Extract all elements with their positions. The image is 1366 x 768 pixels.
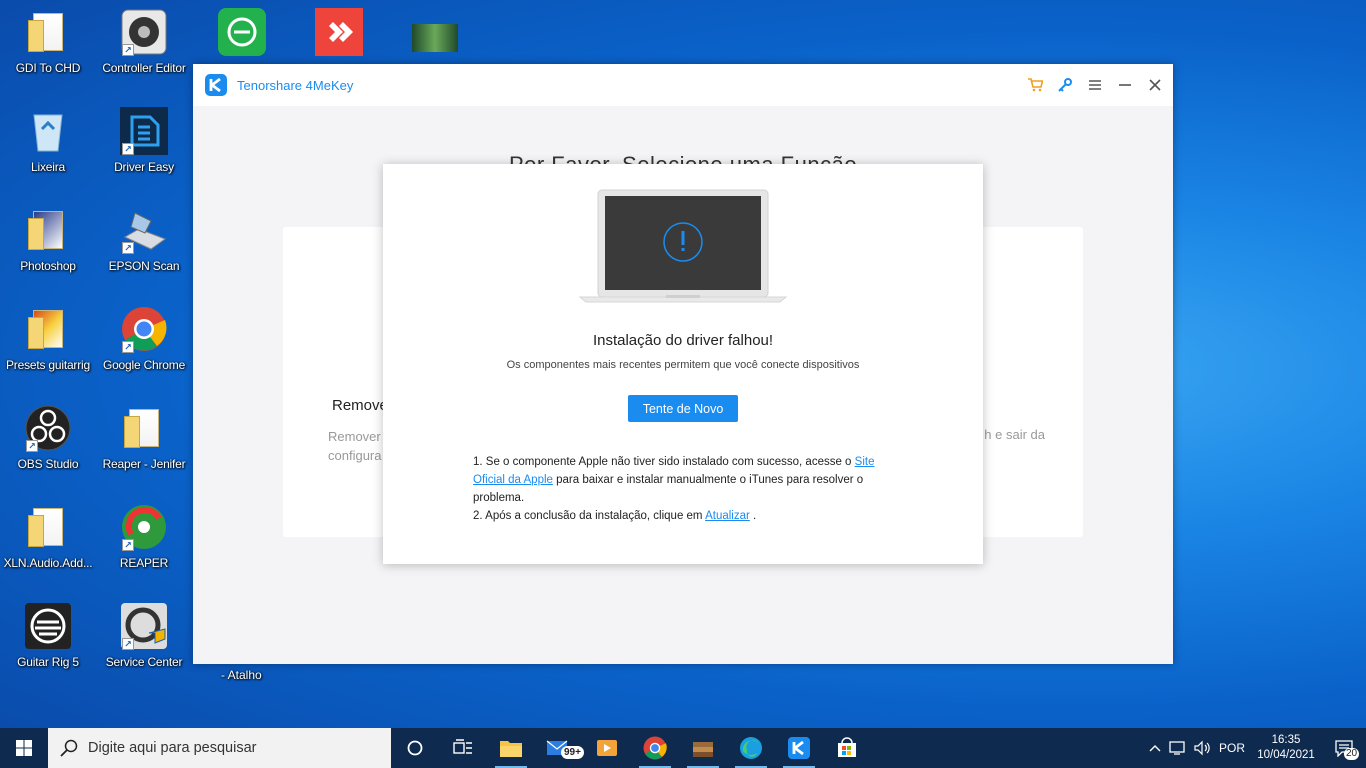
guitar-rig-icon [24,602,72,650]
instructions: 1. Se o componente Apple não tiver sido … [473,453,893,525]
refresh-link[interactable]: Atualizar [705,510,750,522]
cortana-button[interactable] [391,728,439,768]
desktop-icon-gdi-to-chd[interactable]: GDI To CHD [0,2,96,94]
taskbar-winrar[interactable] [679,728,727,768]
desktop-icon-xln-audio[interactable]: XLN.Audio.Add... [0,497,96,589]
desktop-icon-epson-scan[interactable]: ↗ EPSON Scan [96,200,192,292]
app-logo-icon [205,74,227,96]
folder-icon [24,503,72,551]
cart-icon[interactable] [1027,77,1043,93]
title-bar: Tenorshare 4MeKey [193,64,1173,106]
dialog-subtitle: Os componentes mais recentes permitem qu… [506,359,860,371]
4mekey-icon [788,737,810,759]
cortana-icon [407,740,423,756]
folder-icon [120,404,168,452]
taskbar-store[interactable] [823,728,871,768]
desktop-icon-partial-green[interactable] [218,8,266,56]
video-player-icon [597,740,617,756]
taskbar-edge[interactable] [727,728,775,768]
desktop-icon-guitar-rig-5[interactable]: Guitar Rig 5 [0,596,96,688]
retry-button[interactable]: Tente de Novo [628,395,738,422]
desktop-icon-photoshop[interactable]: Photoshop [0,200,96,292]
folder-icon [24,305,72,353]
reaper-icon: ↗ [120,503,168,551]
taskbar-video-app[interactable] [583,728,631,768]
desktop-icon-google-chrome[interactable]: ↗ Google Chrome [96,299,192,391]
scanner-icon: ↗ [120,206,168,254]
system-tray: POR 16:35 10/04/2021 20 [1144,728,1366,768]
volume-button[interactable] [1190,740,1214,756]
network-icon [1169,741,1185,755]
desktop-icon-service-center[interactable]: ↗ Service Center [96,596,192,688]
desktop-icon-lixeira[interactable]: Lixeira [0,101,96,193]
driver-install-failed-dialog: Instalação do driver falhou! Os componen… [383,164,983,564]
desktop-icon-reaper[interactable]: ↗ REAPER [96,497,192,589]
taskbar-4mekey[interactable] [775,728,823,768]
minimize-icon[interactable] [1117,77,1133,93]
search-icon [60,739,78,757]
clock[interactable]: 16:35 10/04/2021 [1250,733,1322,763]
dialog-title: Instalação do driver falhou! [592,332,774,349]
notification-center-button[interactable]: 20 [1322,728,1366,768]
desktop-label-atalho: - Atalho [221,668,262,682]
notification-badge: 20 [1344,748,1360,760]
network-button[interactable] [1166,740,1190,756]
volume-icon [1194,740,1210,756]
folder-icon [24,206,72,254]
key-icon[interactable] [1057,77,1073,93]
instruction-1: 1. Se o componente Apple não tiver sido … [473,456,875,504]
taskbar-file-explorer[interactable] [487,728,535,768]
obs-icon: ↗ [24,404,72,452]
desktop-icon-reaper-jenifer[interactable]: Reaper - Jenifer [96,398,192,490]
taskbar: Digite aqui para pesquisar 99+ POR 16:35… [0,728,1366,768]
store-icon [838,737,856,757]
desktop-icon-controller-editor[interactable]: ↗ Controller Editor [96,2,192,94]
desktop-icon-partial-image[interactable] [412,24,458,52]
instruction-2: 2. Após a conclusão da instalação, cliqu… [473,510,757,522]
close-icon[interactable] [1147,77,1163,93]
mail-badge: 99+ [561,746,584,759]
show-hidden-icons-button[interactable] [1144,744,1166,752]
service-center-icon: ↗ [120,602,168,650]
taskbar-search[interactable]: Digite aqui para pesquisar [48,728,391,768]
windows-icon [16,740,32,756]
chrome-icon [643,736,667,760]
chevron-up-icon [1149,745,1161,752]
desktop-icon-obs-studio[interactable]: ↗ OBS Studio [0,398,96,490]
feature-card-desc: Remover configura [328,429,382,463]
desktop-icon-driver-easy[interactable]: ↗ Driver Easy [96,101,192,193]
desktop-icon-presets-guitarrig[interactable]: Presets guitarrig [0,299,96,391]
edge-icon [740,737,762,759]
archive-icon [693,742,713,757]
task-view-icon [453,739,472,754]
task-view-button[interactable] [439,728,487,768]
taskbar-mail[interactable]: 99+ [535,728,584,768]
menu-icon[interactable] [1087,77,1103,93]
feature-card-desc-right: h e sair da [984,427,1045,442]
language-indicator[interactable]: POR [1214,741,1250,755]
chrome-icon: ↗ [120,305,168,353]
app-title: Tenorshare 4MeKey [237,77,354,93]
start-button[interactable] [0,728,48,768]
taskbar-chrome[interactable] [631,728,679,768]
folder-icon [24,8,72,56]
driver-easy-icon: ↗ [120,107,168,155]
app-window: Tenorshare 4MeKey Por Favor, Selecione u… [193,64,1173,664]
controller-editor-icon: ↗ [120,8,168,56]
laptop-warning-illustration [578,189,788,304]
desktop-icon-partial-anydesk[interactable] [315,8,363,56]
recycle-bin-icon [24,107,72,155]
folder-icon [500,741,522,757]
